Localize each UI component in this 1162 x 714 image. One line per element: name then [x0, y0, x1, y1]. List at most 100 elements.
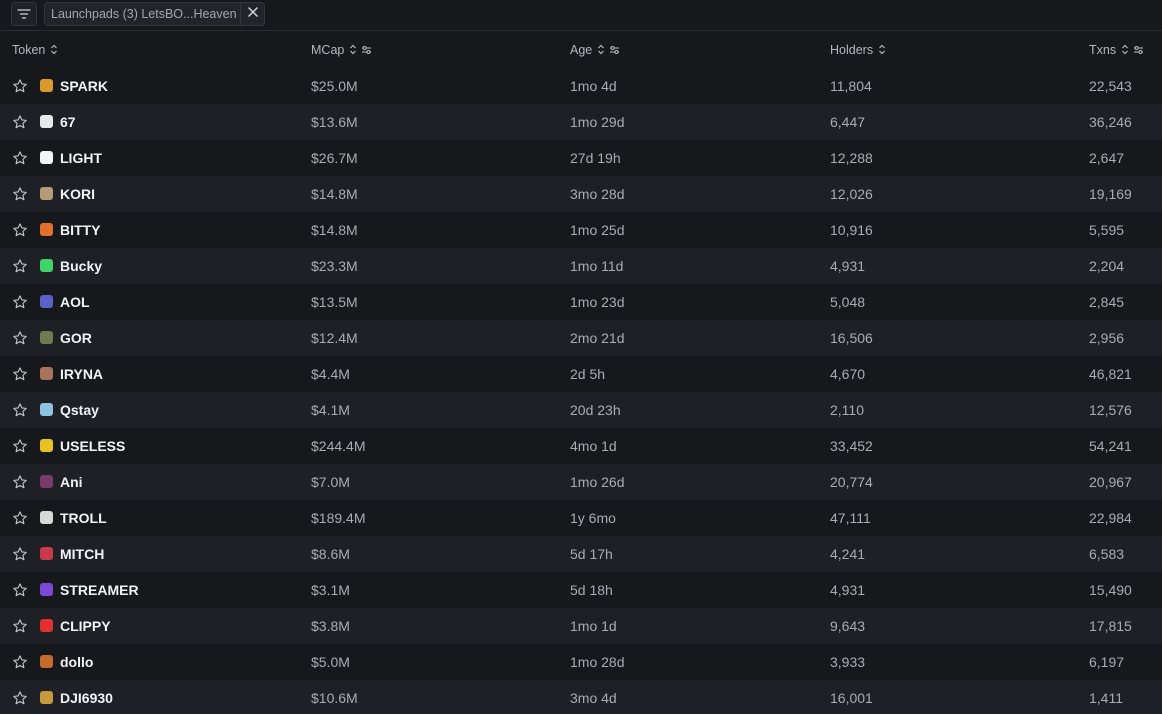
market-cap-value: $13.6M: [311, 114, 358, 130]
column-header-mcap[interactable]: MCap: [311, 31, 376, 68]
age-value: 5d 17h: [570, 546, 613, 562]
table-row[interactable]: Bucky $23.3M 1mo 11d 4,931 2,204: [0, 248, 1162, 284]
sort-icon[interactable]: [597, 44, 605, 55]
table-row[interactable]: dollo $5.0M 1mo 28d 3,933 6,197: [0, 644, 1162, 680]
favorite-star-icon[interactable]: [12, 248, 28, 284]
txns-value: 2,647: [1089, 150, 1125, 166]
holders-value: 47,111: [830, 510, 871, 526]
chip-close-button[interactable]: [240, 3, 264, 25]
favorite-star-icon[interactable]: [12, 356, 28, 392]
holders-value: 3,933: [830, 654, 866, 670]
favorite-star-icon[interactable]: [12, 392, 28, 428]
market-cap-value: $25.0M: [311, 78, 358, 94]
table-row[interactable]: TROLL $189.4M 1y 6mo 47,111 22,984: [0, 500, 1162, 536]
age-value: 4mo 1d: [570, 438, 617, 454]
launchpad-filter-chip[interactable]: Launchpads (3) LetsBO...Heaven: [44, 2, 265, 26]
favorite-star-icon[interactable]: [12, 680, 28, 714]
favorite-star-icon[interactable]: [12, 284, 28, 320]
token-name[interactable]: DJI6930: [60, 680, 113, 714]
token-name[interactable]: Bucky: [60, 248, 102, 284]
age-value: 3mo 4d: [570, 690, 617, 706]
txns-value: 1,411: [1089, 690, 1123, 706]
table-row[interactable]: DJI6930 $10.6M 3mo 4d 16,001 1,411: [0, 680, 1162, 714]
holders-value: 20,774: [830, 474, 873, 490]
token-avatar-icon: [40, 151, 53, 164]
token-name[interactable]: CLIPPY: [60, 608, 111, 644]
token-avatar-icon: [40, 295, 53, 308]
favorite-star-icon[interactable]: [12, 572, 28, 608]
table-row[interactable]: 67 $13.6M 1mo 29d 6,447 36,246: [0, 104, 1162, 140]
holders-value: 4,241: [830, 546, 866, 562]
table-row[interactable]: IRYNA $4.4M 2d 5h 4,670 46,821: [0, 356, 1162, 392]
table-row[interactable]: LIGHT $26.7M 27d 19h 12,288 2,647: [0, 140, 1162, 176]
age-value: 27d 19h: [570, 150, 621, 166]
favorite-star-icon[interactable]: [12, 644, 28, 680]
filter-sliders-icon[interactable]: [609, 45, 620, 55]
table-row[interactable]: Ani $7.0M 1mo 26d 20,774 20,967: [0, 464, 1162, 500]
market-cap-value: $7.0M: [311, 474, 350, 490]
filter-button[interactable]: [11, 2, 37, 26]
favorite-star-icon[interactable]: [12, 104, 28, 140]
token-name[interactable]: LIGHT: [60, 140, 102, 176]
txns-value: 36,246: [1089, 114, 1132, 130]
favorite-star-icon[interactable]: [12, 212, 28, 248]
token-avatar-icon: [40, 439, 53, 452]
token-name[interactable]: MITCH: [60, 536, 104, 572]
table-row[interactable]: STREAMER $3.1M 5d 18h 4,931 15,490: [0, 572, 1162, 608]
filter-sliders-icon[interactable]: [1133, 45, 1144, 55]
favorite-star-icon[interactable]: [12, 176, 28, 212]
table-row[interactable]: GOR $12.4M 2mo 21d 16,506 2,956: [0, 320, 1162, 356]
table-row[interactable]: MITCH $8.6M 5d 17h 4,241 6,583: [0, 536, 1162, 572]
txns-value: 22,543: [1089, 78, 1132, 94]
column-header-txns[interactable]: Txns: [1089, 31, 1148, 68]
token-name[interactable]: SPARK: [60, 68, 108, 104]
table-row[interactable]: AOL $13.5M 1mo 23d 5,048 2,845: [0, 284, 1162, 320]
token-avatar-icon: [40, 511, 53, 524]
favorite-star-icon[interactable]: [12, 140, 28, 176]
favorite-star-icon[interactable]: [12, 68, 28, 104]
column-header-label: MCap: [311, 42, 345, 57]
token-name[interactable]: KORI: [60, 176, 95, 212]
market-cap-value: $8.6M: [311, 546, 350, 562]
token-name[interactable]: USELESS: [60, 428, 125, 464]
favorite-star-icon[interactable]: [12, 320, 28, 356]
sort-icon[interactable]: [1121, 44, 1129, 55]
token-name[interactable]: GOR: [60, 320, 92, 356]
txns-value: 46,821: [1089, 366, 1132, 382]
token-name[interactable]: 67: [60, 104, 76, 140]
token-avatar-icon: [40, 331, 53, 344]
token-name[interactable]: Qstay: [60, 392, 99, 428]
table-row[interactable]: CLIPPY $3.8M 1mo 1d 9,643 17,815: [0, 608, 1162, 644]
table-header: Token MCap Age Holders Txns: [0, 31, 1162, 68]
token-name[interactable]: STREAMER: [60, 572, 139, 608]
favorite-star-icon[interactable]: [12, 464, 28, 500]
sort-icon[interactable]: [878, 44, 886, 55]
token-avatar-icon: [40, 115, 53, 128]
token-name[interactable]: AOL: [60, 284, 90, 320]
token-name[interactable]: TROLL: [60, 500, 107, 536]
table-row[interactable]: BITTY $14.8M 1mo 25d 10,916 5,595: [0, 212, 1162, 248]
favorite-star-icon[interactable]: [12, 428, 28, 464]
column-header-token[interactable]: Token: [12, 31, 62, 68]
market-cap-value: $10.6M: [311, 690, 358, 706]
table-row[interactable]: Qstay $4.1M 20d 23h 2,110 12,576: [0, 392, 1162, 428]
favorite-star-icon[interactable]: [12, 500, 28, 536]
filter-bar: Launchpads (3) LetsBO...Heaven: [0, 0, 1162, 31]
sort-icon[interactable]: [50, 44, 58, 55]
table-row[interactable]: SPARK $25.0M 1mo 4d 11,804 22,543: [0, 68, 1162, 104]
column-header-age[interactable]: Age: [570, 31, 624, 68]
txns-value: 2,956: [1089, 330, 1125, 346]
token-name[interactable]: Ani: [60, 464, 83, 500]
filter-sliders-icon[interactable]: [361, 45, 372, 55]
sort-icon[interactable]: [349, 44, 357, 55]
token-name[interactable]: IRYNA: [60, 356, 103, 392]
favorite-star-icon[interactable]: [12, 536, 28, 572]
table-row[interactable]: USELESS $244.4M 4mo 1d 33,452 54,241: [0, 428, 1162, 464]
column-header-holders[interactable]: Holders: [830, 31, 890, 68]
favorite-star-icon[interactable]: [12, 608, 28, 644]
token-name[interactable]: BITTY: [60, 212, 100, 248]
token-name[interactable]: dollo: [60, 644, 93, 680]
market-cap-value: $189.4M: [311, 510, 366, 526]
age-value: 3mo 28d: [570, 186, 625, 202]
table-row[interactable]: KORI $14.8M 3mo 28d 12,026 19,169: [0, 176, 1162, 212]
